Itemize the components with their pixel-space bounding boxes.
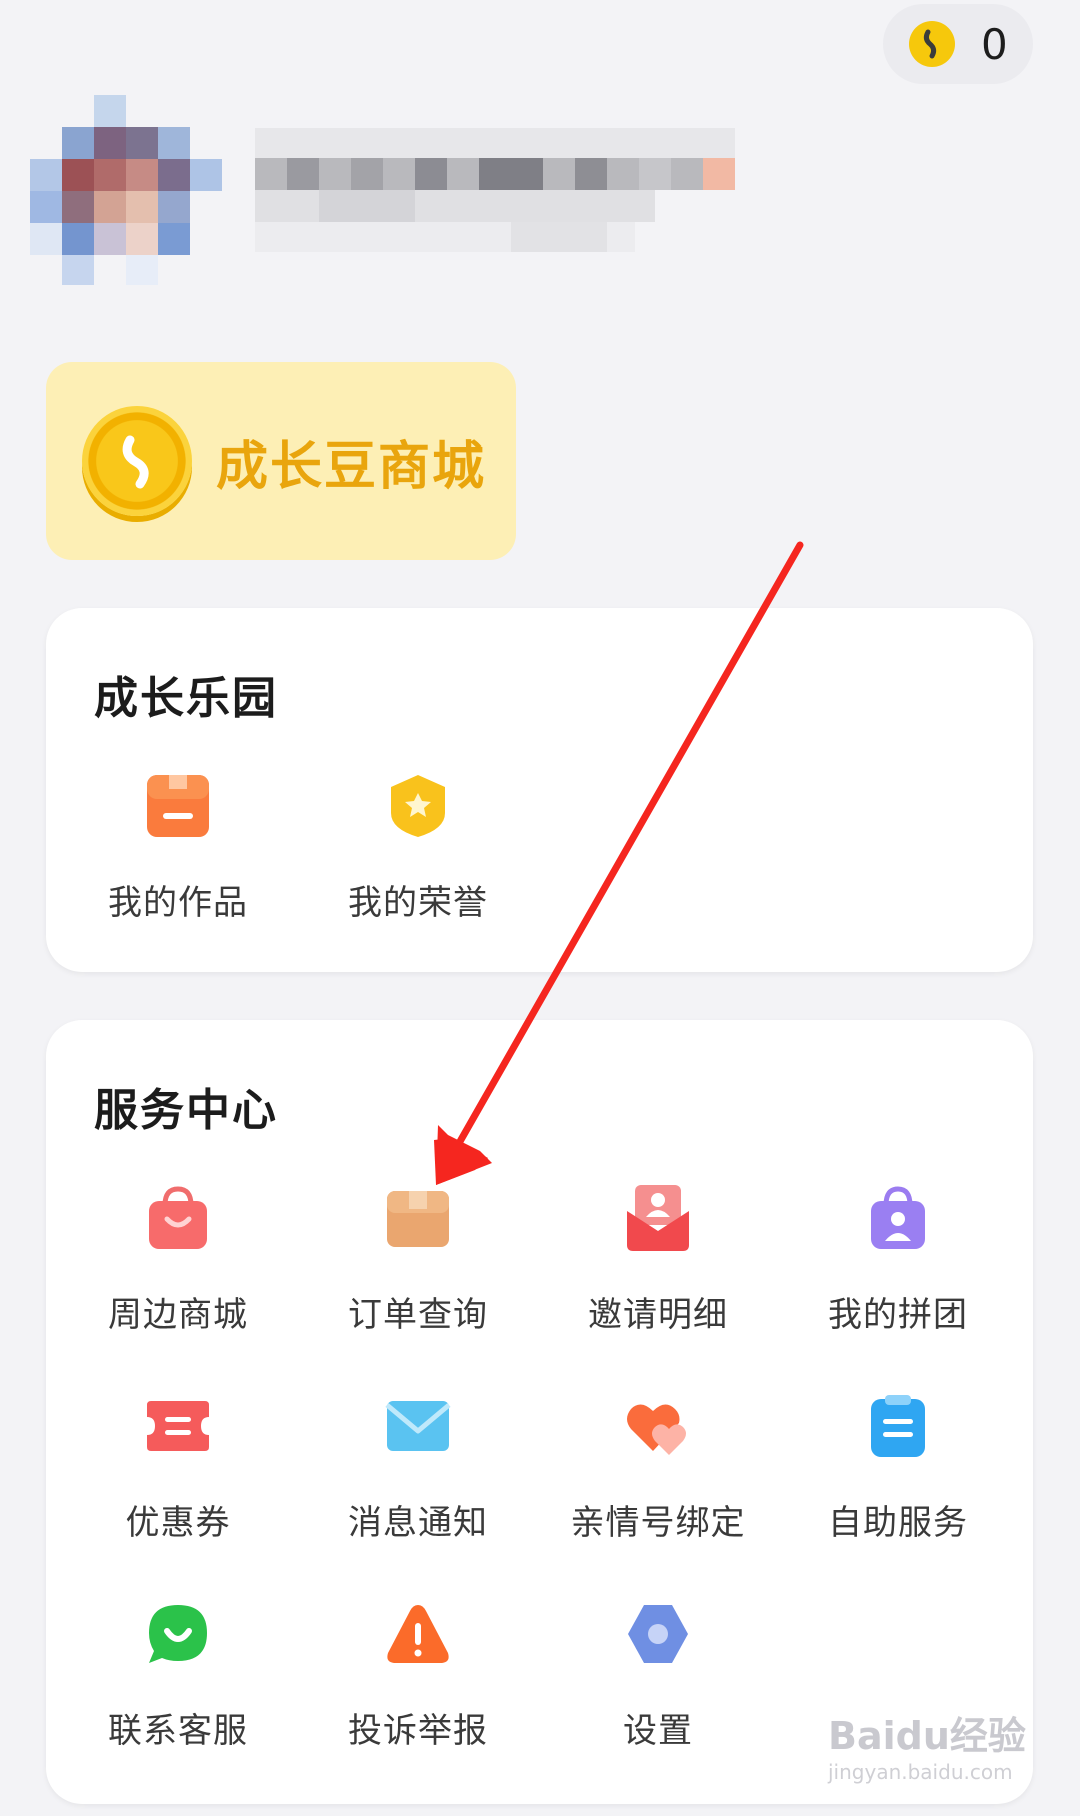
order-box-icon <box>385 1185 451 1251</box>
chat-service-icon <box>145 1601 211 1667</box>
contact-service-label: 联系客服 <box>108 1711 248 1751</box>
service-center-title: 服务中心 <box>94 1085 278 1136</box>
mall-coin-icon <box>82 406 192 516</box>
complaint-report-item[interactable]: 投诉举报 <box>298 1601 538 1752</box>
family-hearts-icon <box>625 1393 691 1459</box>
coin-icon <box>909 21 955 67</box>
growth-park-title: 成长乐园 <box>94 673 278 724</box>
invite-details-item[interactable]: 邀请明细 <box>538 1185 778 1336</box>
order-query-label: 订单查询 <box>348 1295 488 1335</box>
self-service-label: 自助服务 <box>828 1503 968 1543</box>
coupon-label: 优惠券 <box>125 1503 231 1543</box>
my-works-label: 我的作品 <box>108 883 248 923</box>
warning-triangle-icon <box>385 1601 451 1667</box>
my-honor-label: 我的荣誉 <box>348 883 488 923</box>
message-notify-item[interactable]: 消息通知 <box>298 1393 538 1544</box>
avatar[interactable] <box>30 95 230 285</box>
merch-mall-item[interactable]: 周边商城 <box>58 1185 298 1336</box>
message-mail-icon <box>385 1393 451 1459</box>
contact-service-item[interactable]: 联系客服 <box>58 1601 298 1752</box>
coupon-item[interactable]: 优惠券 <box>58 1393 298 1544</box>
message-notify-label: 消息通知 <box>348 1503 488 1543</box>
my-honor-item[interactable]: 我的荣誉 <box>298 773 538 924</box>
group-buy-bag-icon <box>865 1185 931 1251</box>
settings-item[interactable]: 设置 <box>538 1601 778 1752</box>
mall-label: 成长豆商城 <box>216 436 487 497</box>
self-service-clipboard-icon <box>865 1393 931 1459</box>
invite-details-label: 邀请明细 <box>588 1295 728 1335</box>
coin-balance-pill[interactable]: 0 <box>883 4 1033 84</box>
family-binding-label: 亲情号绑定 <box>570 1503 746 1543</box>
merch-mall-label: 周边商城 <box>108 1295 248 1335</box>
my-works-item[interactable]: 我的作品 <box>58 773 298 924</box>
baidu-watermark: Baidu经验 <box>828 1714 1026 1758</box>
growth-park-card: 成长乐园 我的作品 我的荣誉 <box>46 608 1033 972</box>
settings-label: 设置 <box>623 1711 693 1751</box>
my-group-buy-item[interactable]: 我的拼团 <box>778 1185 1018 1336</box>
coupon-icon <box>145 1393 211 1459</box>
complaint-report-label: 投诉举报 <box>348 1711 488 1751</box>
order-query-item[interactable]: 订单查询 <box>298 1185 538 1336</box>
growth-bean-mall-button[interactable]: 成长豆商城 <box>46 362 516 560</box>
invite-envelope-icon <box>625 1185 691 1251</box>
baidu-watermark-url: jingyan.baidu.com <box>828 1760 1013 1784</box>
works-box-icon <box>145 773 211 839</box>
family-binding-item[interactable]: 亲情号绑定 <box>538 1393 778 1544</box>
user-info-blurred <box>255 128 735 278</box>
settings-hexagon-icon <box>625 1601 691 1667</box>
my-group-buy-label: 我的拼团 <box>828 1295 968 1335</box>
coin-count: 0 <box>981 19 1008 69</box>
self-service-item[interactable]: 自助服务 <box>778 1393 1018 1544</box>
shopping-bag-icon <box>145 1185 211 1251</box>
service-center-card: 服务中心 周边商城 订单查询 邀请明细 我的拼团 优惠券 消息通知 亲情号绑定 … <box>46 1020 1033 1804</box>
honor-badge-icon <box>385 773 451 839</box>
